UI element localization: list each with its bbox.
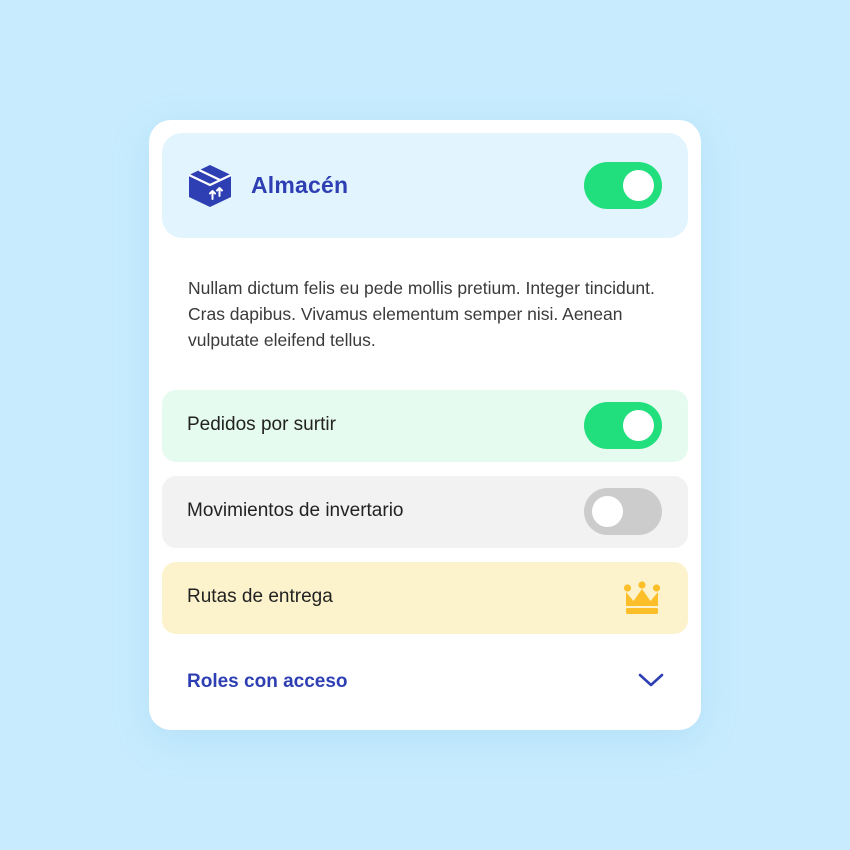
roles-label: Roles con acceso bbox=[187, 671, 348, 692]
option-label: Movimientos de invertario bbox=[187, 500, 404, 521]
settings-card: Almacén Nullam dictum felis eu pede moll… bbox=[149, 120, 701, 730]
toggle-knob bbox=[623, 410, 654, 441]
roles-dropdown[interactable]: Roles con acceso bbox=[162, 648, 688, 718]
warehouse-box-icon bbox=[188, 165, 232, 207]
toggle-knob bbox=[592, 496, 623, 527]
toggle-knob bbox=[623, 170, 654, 201]
chevron-down-icon[interactable] bbox=[638, 672, 664, 688]
movimientos-toggle[interactable] bbox=[584, 488, 662, 535]
pedidos-toggle[interactable] bbox=[584, 402, 662, 449]
page-title: Almacén bbox=[251, 172, 349, 198]
option-label: Pedidos por surtir bbox=[187, 414, 336, 435]
description-text: Nullam dictum felis eu pede mollis preti… bbox=[188, 278, 655, 350]
option-label: Rutas de entrega bbox=[187, 586, 333, 607]
crown-icon bbox=[623, 581, 661, 614]
main-toggle[interactable] bbox=[584, 162, 662, 209]
option-row-movimientos: Movimientos de invertario bbox=[162, 476, 688, 548]
option-row-pedidos: Pedidos por surtir bbox=[162, 390, 688, 462]
option-row-rutas[interactable]: Rutas de entrega bbox=[162, 562, 688, 634]
card-header: Almacén bbox=[162, 133, 688, 238]
